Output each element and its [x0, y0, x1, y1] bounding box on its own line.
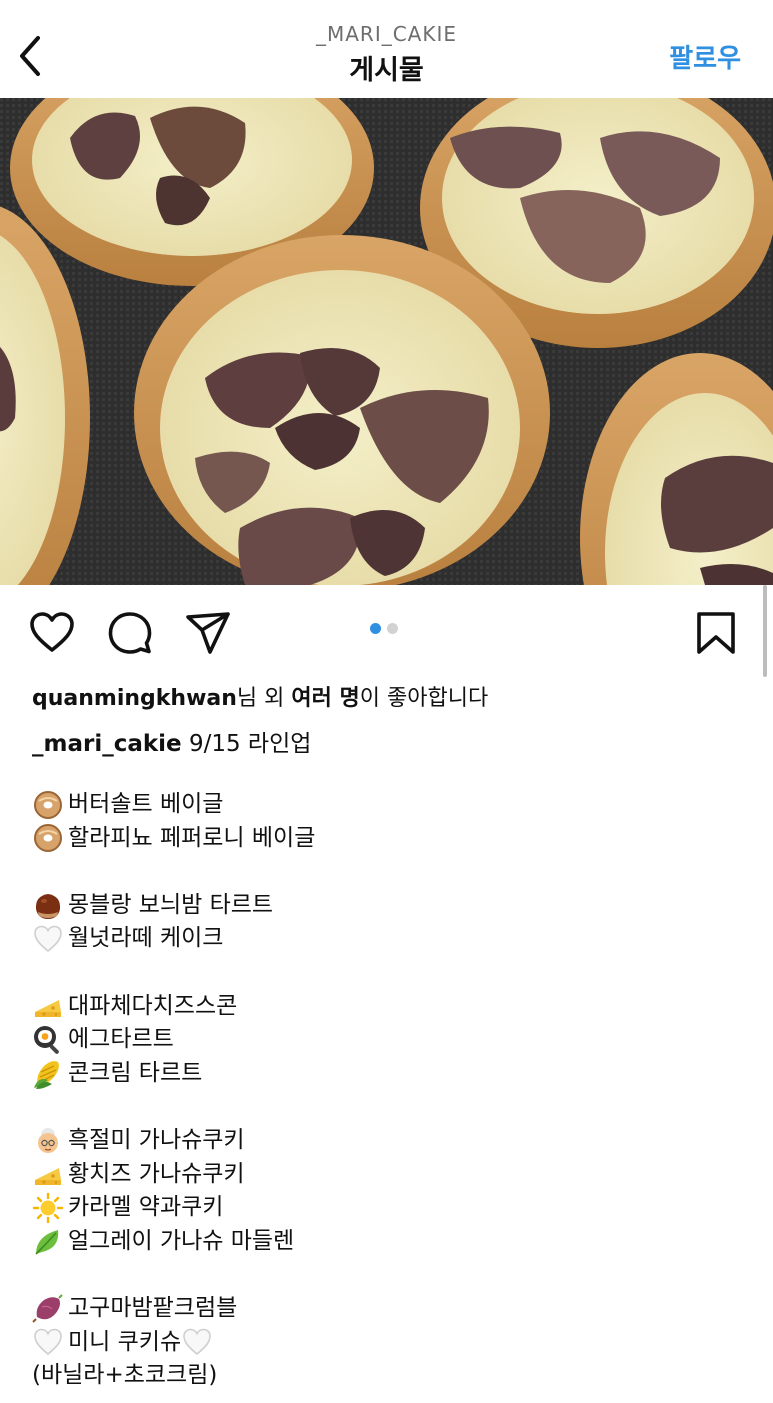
post-photo[interactable]: [0, 98, 773, 585]
menu-item: 미니 쿠키슈: [32, 1326, 752, 1360]
share-button[interactable]: [184, 609, 232, 657]
follow-button[interactable]: 팔로우: [669, 38, 741, 75]
heart-icon: [30, 612, 74, 652]
bagel-icon: [34, 790, 62, 819]
comment-button[interactable]: [106, 609, 154, 657]
menu-item-text: 대파체다치즈스콘: [68, 992, 238, 1019]
liker-username[interactable]: quanmingkhwan: [32, 686, 237, 711]
menu-item-text: 흑절미 가나슈쿠키: [68, 1126, 245, 1153]
likes-text-tail: 이 좋아합니다: [359, 686, 489, 711]
menu-item: 버터솔트 베이글: [32, 788, 752, 822]
menu-list: 버터솔트 베이글할라피뇨 페퍼로니 베이글몽블랑 보늬밤 타르트월넛라떼 케이크…: [32, 788, 752, 1393]
sun-icon: [32, 1192, 64, 1224]
menu-item: 할라피뇨 페퍼로니 베이글: [32, 822, 752, 856]
action-bar: [0, 585, 773, 677]
menu-item: 황치즈 가나슈쿠키: [32, 1158, 752, 1192]
caption-text: 9/15 라인업: [188, 731, 312, 757]
account-name: _MARI_CAKIE: [315, 22, 458, 46]
menu-item-text: 몽블랑 보늬밤 타르트: [68, 891, 274, 918]
menu-item: 얼그레이 가나슈 마들렌: [32, 1225, 752, 1259]
bagel-icon: [34, 824, 62, 853]
corn-icon: [34, 1060, 59, 1089]
menu-item: 카라멜 약과쿠키: [32, 1191, 752, 1225]
like-button[interactable]: [28, 609, 76, 657]
post-header: _MARI_CAKIE 게시물 팔로우: [0, 0, 773, 98]
caption-header: _mari_cakie 9/15 라인업: [32, 724, 311, 758]
menu-item: 콘크림 타르트: [32, 1057, 752, 1091]
page-title: 게시물: [349, 55, 424, 86]
white-heart-icon: [34, 925, 62, 953]
menu-item: 고구마밤팥크럼블: [32, 1292, 752, 1326]
tart-photo-illustration: [0, 98, 773, 585]
menu-item: 월넛라떼 케이크: [32, 922, 752, 956]
grandma-icon: [38, 1127, 58, 1153]
leaf-icon: [35, 1229, 59, 1255]
menu-item-text: 월넛라떼 케이크: [68, 925, 224, 952]
carousel-indicator: [370, 623, 398, 635]
menu-item: 에그타르트: [32, 1023, 752, 1057]
paper-plane-icon: [186, 612, 230, 654]
sweet-potato-icon: [32, 1293, 63, 1323]
menu-item-text: 콘크림 타르트: [68, 1059, 203, 1086]
menu-item-text: 할라피뇨 페퍼로니 베이글: [68, 824, 316, 851]
menu-item: 몽블랑 보늬밤 타르트: [32, 889, 752, 923]
caption-username[interactable]: _mari_cakie: [32, 731, 182, 757]
menu-item-text: 미니 쿠키슈: [68, 1328, 182, 1355]
likes-text-mid: 님 외: [236, 686, 292, 711]
likes-others[interactable]: 여러 명: [291, 686, 359, 711]
carousel-dot-active: [370, 623, 381, 634]
white-heart-icon: [183, 1328, 211, 1356]
likes-summary[interactable]: quanmingkhwan님 외 여러 명이 좋아합니다: [32, 680, 488, 712]
comment-bubble-icon: [108, 612, 152, 654]
menu-item-text: 에그타르트: [68, 1026, 174, 1053]
carousel-dot: [387, 623, 398, 634]
menu-item-text: 버터솔트 베이글: [68, 791, 224, 817]
menu-item: 흑절미 가나슈쿠키: [32, 1124, 752, 1158]
menu-item: (바닐라+초코크림): [32, 1359, 752, 1393]
frying-egg-icon: [34, 1025, 59, 1054]
menu-item: 대파체다치즈스콘: [32, 990, 752, 1024]
cheese-icon: [35, 1168, 61, 1186]
bookmark-icon: [697, 612, 735, 654]
menu-item-text: 고구마밤팥크럼블: [68, 1294, 238, 1321]
menu-item-text: 얼그레이 가나슈 마들렌: [68, 1227, 295, 1254]
cheese-icon: [35, 1000, 61, 1018]
save-button[interactable]: [692, 609, 740, 657]
menu-item-text: 황치즈 가나슈쿠키: [68, 1160, 245, 1187]
white-heart-icon: [34, 1328, 62, 1356]
scrollbar-thumb[interactable]: [763, 585, 767, 677]
menu-item-text: 카라멜 약과쿠키: [68, 1194, 224, 1221]
chestnut-icon: [35, 893, 61, 919]
menu-item-text: (바닐라+초코크림): [32, 1362, 218, 1389]
